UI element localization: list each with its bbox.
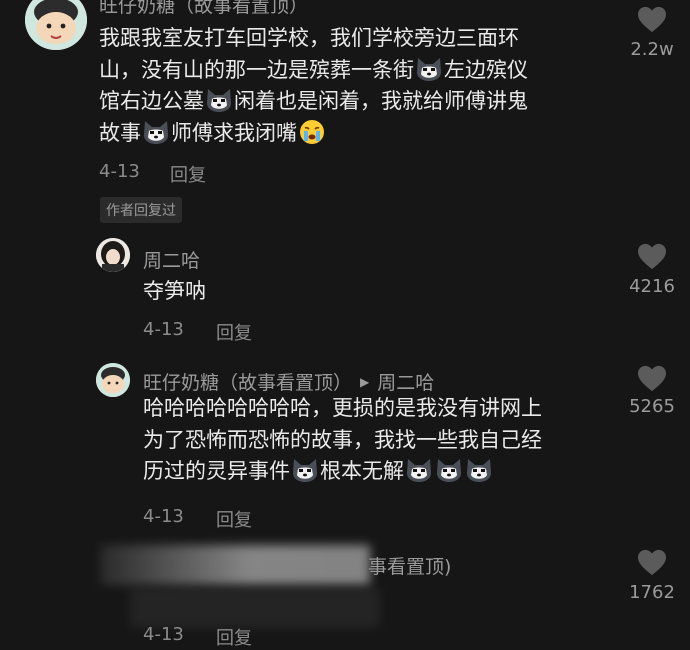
text-segment: 根本无解 <box>320 459 404 483</box>
comment-author[interactable]: 旺仔奶糖（故事看置顶） <box>99 0 308 18</box>
text-line: 哈哈哈哈哈哈哈哈，更损的是我没有讲网上 <box>143 396 542 420</box>
heart-icon[interactable] <box>637 549 667 577</box>
text-segment: 师傅求我闭嘴 <box>171 120 297 145</box>
comment-date: 4-13 <box>143 506 184 527</box>
avatar[interactable] <box>96 363 130 397</box>
text-segment: 闲着也是闲着，我就给师傅讲鬼 <box>234 89 528 113</box>
text-line: 历过的灵异事件 根本无解 <box>143 456 613 488</box>
comment-date: 4-13 <box>143 319 184 340</box>
husky-emoji-icon <box>291 457 319 483</box>
comment-date: 4-13 <box>99 161 140 182</box>
husky-emoji-icon <box>405 457 433 483</box>
comment-author[interactable]: 周二哈 <box>143 246 200 273</box>
text-segment: 左边殡仪 <box>444 57 528 82</box>
redacted-area <box>100 545 370 585</box>
comment-text: 夺笋呐 <box>143 279 206 303</box>
redacted-area <box>130 588 380 628</box>
text-segment: 山，没有山的那一边是殡葬一条街 <box>99 57 414 82</box>
author-replied-badge: 作者回复过 <box>100 197 182 223</box>
avatar[interactable] <box>25 0 87 50</box>
text-line: 为了恐怖而恐怖的故事，我找一些我自己经 <box>143 427 542 452</box>
husky-emoji-icon <box>435 457 463 483</box>
husky-emoji-icon <box>415 56 443 82</box>
text-line: 我跟我室友打车回学校，我们学校旁边三面环 <box>99 23 619 55</box>
comment-text: 哈哈哈哈哈哈哈哈，更损的是我没有讲网上 为了恐怖而恐怖的故事，我找一些我自己经 … <box>143 393 613 488</box>
husky-emoji-icon <box>205 87 233 113</box>
husky-emoji-icon <box>142 119 170 145</box>
crying-face-emoji-icon <box>299 119 325 145</box>
reply-button[interactable]: 回复 <box>216 319 252 345</box>
comment-date: 4-13 <box>143 624 184 645</box>
like-count: 1762 <box>629 582 675 603</box>
reply-button[interactable]: 回复 <box>216 624 252 650</box>
comment-author[interactable]: 事看置顶) <box>368 552 451 579</box>
heart-icon[interactable] <box>637 365 667 393</box>
text-segment: 故事 <box>99 120 141 145</box>
avatar[interactable] <box>96 238 130 272</box>
heart-icon[interactable] <box>637 243 667 271</box>
text-segment: 我跟我室友打车回学校，我们学校旁边三面环 <box>99 26 519 50</box>
reply-button[interactable]: 回复 <box>170 161 206 187</box>
reply-to-name[interactable]: 周二哈 <box>377 368 434 395</box>
reply-button[interactable]: 回复 <box>216 506 252 532</box>
triangle-right-icon: ▶ <box>360 374 370 389</box>
text-line: 山，没有山的那一边是殡葬一条街 左边殡仪 <box>99 55 619 87</box>
text-line: 馆右边公墓 闲着也是闲着，我就给师傅讲鬼 <box>99 86 619 118</box>
comment-text: 我跟我室友打车回学校，我们学校旁边三面环 山，没有山的那一边是殡葬一条街 左边殡仪馆… <box>99 23 619 149</box>
author-name[interactable]: 旺仔奶糖（故事看置顶） <box>143 368 352 395</box>
like-count: 5265 <box>629 396 675 417</box>
comment-author: 旺仔奶糖（故事看置顶） ▶ 周二哈 <box>143 368 434 395</box>
text-segment: 馆右边公墓 <box>99 89 204 113</box>
text-segment: 历过的灵异事件 <box>143 459 290 483</box>
text-line: 故事 师傅求我闭嘴 <box>99 118 619 150</box>
like-count: 2.2w <box>630 39 674 60</box>
husky-emoji-icon <box>465 457 493 483</box>
like-count: 4216 <box>629 276 675 297</box>
heart-icon[interactable] <box>637 6 667 34</box>
